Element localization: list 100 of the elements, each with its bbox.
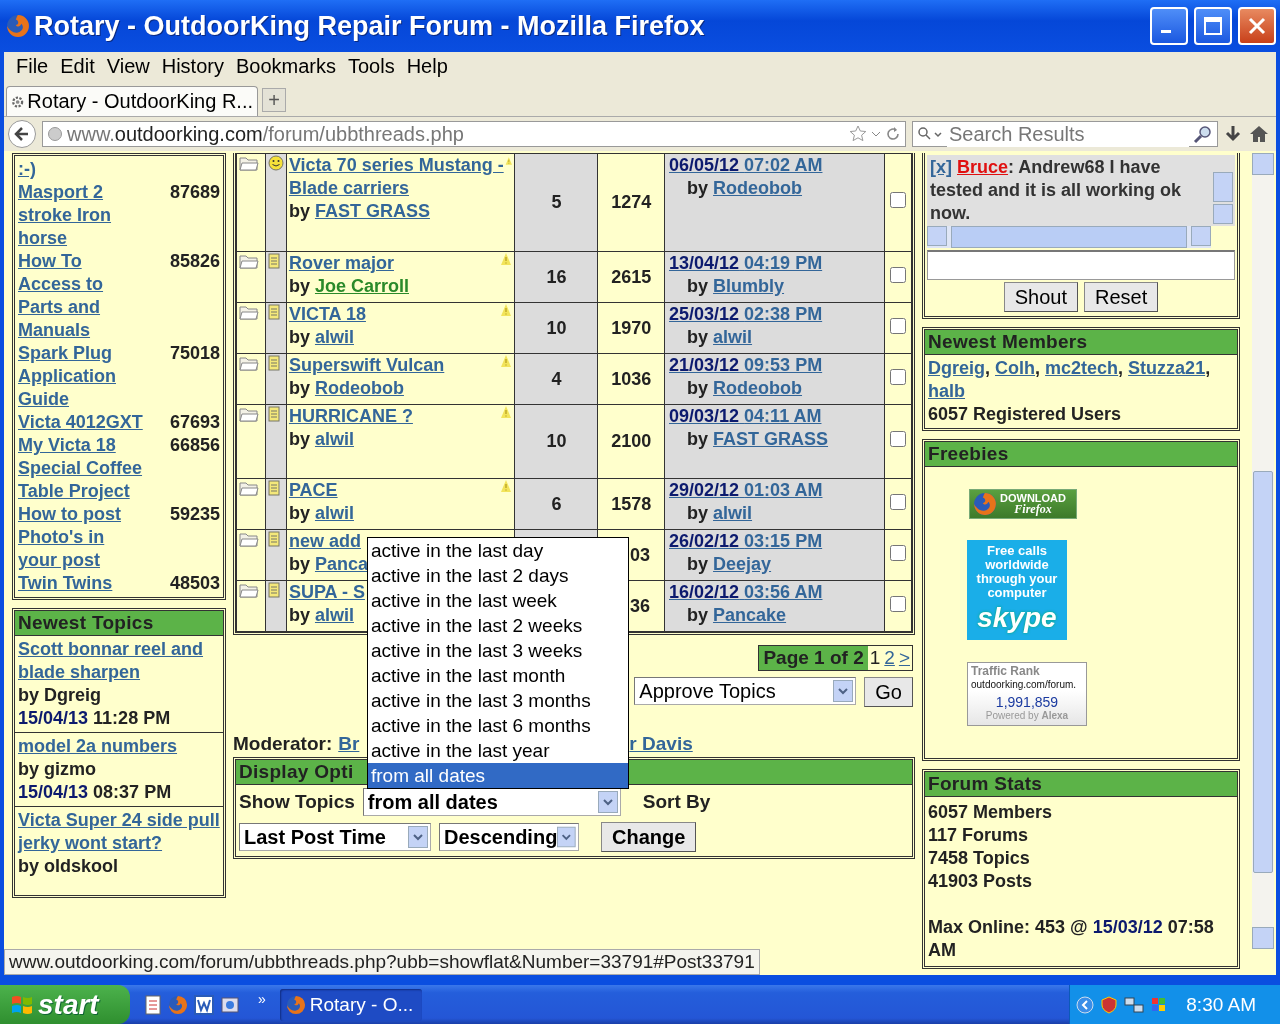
- row-checkbox[interactable]: [890, 317, 907, 334]
- author-link[interactable]: Rodeobob: [314, 378, 404, 398]
- word-icon[interactable]: [194, 994, 214, 1015]
- topic-link[interactable]: How To Access to Parts and Manuals: [18, 250, 148, 342]
- topic-link[interactable]: VICTA 18: [288, 303, 366, 326]
- dropdown-option[interactable]: active in the last week: [368, 588, 628, 613]
- moderator-link[interactable]: r Davis: [629, 733, 693, 755]
- member-link[interactable]: mc2tech: [1045, 358, 1119, 378]
- member-link[interactable]: Stuzza21: [1128, 358, 1206, 378]
- shield-icon[interactable]: [1100, 995, 1119, 1014]
- caret-icon[interactable]: [871, 129, 881, 139]
- topic-link[interactable]: Scott bonnar reel and blade sharpen: [18, 638, 220, 684]
- page-scrollbar[interactable]: [1252, 153, 1274, 949]
- topic-link[interactable]: My Victa 18 Special Coffee Table Project: [18, 434, 148, 503]
- dropdown-option[interactable]: active in the last month: [368, 663, 628, 688]
- row-checkbox[interactable]: [890, 266, 907, 283]
- last-post-link[interactable]: 13/04/12 04:19 PM: [669, 253, 823, 273]
- browser-tab[interactable]: Rotary - OutdoorKing R...: [6, 86, 258, 116]
- member-link[interactable]: halb: [928, 381, 965, 401]
- author-link[interactable]: Joe Carroll: [314, 276, 409, 296]
- change-button[interactable]: Change: [601, 822, 697, 852]
- last-post-link[interactable]: 21/03/12 09:53 PM: [669, 355, 823, 375]
- topic-link[interactable]: SUPA - S: [288, 581, 365, 604]
- dropdown-option[interactable]: active in the last day: [368, 538, 628, 563]
- topic-link[interactable]: :-): [18, 158, 148, 181]
- go-button[interactable]: Go: [864, 677, 913, 707]
- topic-link[interactable]: Twin Twins: [18, 572, 148, 595]
- topic-link[interactable]: Victa 70 series Mustang - Blade carriers: [288, 154, 505, 200]
- topic-link[interactable]: Rover major: [288, 252, 394, 275]
- overflow-chevron[interactable]: »: [258, 991, 266, 1007]
- page-link[interactable]: >: [896, 647, 912, 669]
- last-post-link[interactable]: 29/02/12 01:03 AM: [669, 480, 823, 500]
- dropdown-option[interactable]: active in the last 3 months: [368, 688, 628, 713]
- dropdown-option[interactable]: active in the last 2 days: [368, 563, 628, 588]
- dropdown-option[interactable]: active in the last year: [368, 738, 628, 763]
- author-link[interactable]: alwil: [314, 605, 354, 625]
- scrollbar[interactable]: [927, 226, 1211, 248]
- last-post-link[interactable]: 26/02/12 03:15 PM: [669, 531, 823, 551]
- browser-icon[interactable]: [220, 994, 240, 1015]
- author-link[interactable]: alwil: [713, 503, 753, 523]
- row-checkbox[interactable]: [890, 544, 907, 561]
- sort-order-select[interactable]: Descending: [439, 823, 579, 851]
- star-icon[interactable]: [849, 125, 867, 143]
- topic-link[interactable]: Victa Super 24 side pull jerky wont start?: [18, 809, 220, 855]
- traffic-rank-badge[interactable]: Traffic Rank outdoorking.com/forum. 1,991,859 Powered by Alexa: [967, 662, 1087, 726]
- topic-link[interactable]: Victa 4012GXT: [18, 411, 148, 434]
- dropdown-option[interactable]: active in the last 2 weeks: [368, 613, 628, 638]
- topic-link[interactable]: new add: [288, 530, 361, 553]
- author-link[interactable]: Rodeobob: [713, 378, 802, 398]
- document-icon[interactable]: [144, 994, 162, 1015]
- topic-link[interactable]: HURRICANE ?: [288, 405, 413, 428]
- new-tab-button[interactable]: +: [262, 88, 286, 112]
- row-checkbox[interactable]: [890, 368, 907, 385]
- last-post-link[interactable]: 06/05/12 07:02 AM: [669, 155, 823, 175]
- download-firefox-badge[interactable]: DOWNLOAD Firefox: [969, 489, 1077, 519]
- delete-link[interactable]: [x]: [930, 157, 952, 177]
- moderation-select[interactable]: Approve Topics: [634, 677, 857, 705]
- author-link[interactable]: alwil: [713, 327, 753, 347]
- member-link[interactable]: Colh: [995, 358, 1036, 378]
- author-link[interactable]: Blumbly: [713, 276, 785, 296]
- search-icon[interactable]: [1193, 124, 1213, 144]
- search-field[interactable]: Search Results: [912, 121, 1218, 147]
- topic-link[interactable]: Superswift Vulcan: [288, 354, 445, 377]
- close-button[interactable]: [1238, 7, 1276, 45]
- page-link[interactable]: 1: [867, 647, 883, 669]
- menu-item[interactable]: History: [155, 54, 230, 78]
- row-checkbox[interactable]: [890, 192, 907, 208]
- author-link[interactable]: alwil: [314, 327, 354, 347]
- author-link[interactable]: alwil: [314, 503, 354, 523]
- taskbar-button[interactable]: Rotary - O...: [279, 988, 422, 1021]
- row-checkbox[interactable]: [890, 431, 907, 447]
- sort-field-select[interactable]: Last Post Time: [239, 823, 431, 851]
- download-icon[interactable]: [1224, 124, 1242, 144]
- menu-item[interactable]: Tools: [341, 54, 401, 78]
- last-post-link[interactable]: 09/03/12 04:11 AM: [669, 406, 822, 426]
- author-link[interactable]: Pancake: [713, 605, 787, 625]
- menu-item[interactable]: Help: [400, 54, 454, 78]
- search-engine-icon[interactable]: [917, 126, 943, 142]
- member-link[interactable]: Dgreig: [928, 358, 985, 378]
- menu-item[interactable]: View: [100, 54, 156, 78]
- topic-link[interactable]: Masport 2 stroke Iron horse: [18, 181, 148, 250]
- topic-link[interactable]: PACE: [288, 479, 338, 502]
- page-link[interactable]: 2: [882, 647, 897, 669]
- dropdown-option[interactable]: active in the last 6 months: [368, 713, 628, 738]
- author-link[interactable]: FAST GRASS: [713, 429, 829, 449]
- author-link[interactable]: Deejay: [713, 554, 772, 574]
- topic-link[interactable]: How to post Photo's in your post: [18, 503, 148, 572]
- back-button[interactable]: [8, 120, 36, 148]
- author-link[interactable]: Rodeobob: [713, 178, 802, 198]
- menu-item[interactable]: Bookmarks: [229, 54, 342, 78]
- show-topics-select[interactable]: from all dates: [362, 788, 621, 816]
- address-field[interactable]: www.outdoorking.com/forum/ubbthreads.php: [42, 121, 906, 147]
- author-link[interactable]: alwil: [314, 429, 354, 449]
- dropdown-option[interactable]: active in the last 3 weeks: [368, 638, 628, 663]
- maximize-button[interactable]: [1194, 7, 1232, 45]
- shout-input[interactable]: [927, 250, 1235, 280]
- last-post-link[interactable]: 25/03/12 02:38 PM: [669, 304, 823, 324]
- moderator-link[interactable]: Br: [338, 733, 360, 755]
- minimize-button[interactable]: [1150, 7, 1188, 45]
- menu-item[interactable]: File: [10, 54, 55, 78]
